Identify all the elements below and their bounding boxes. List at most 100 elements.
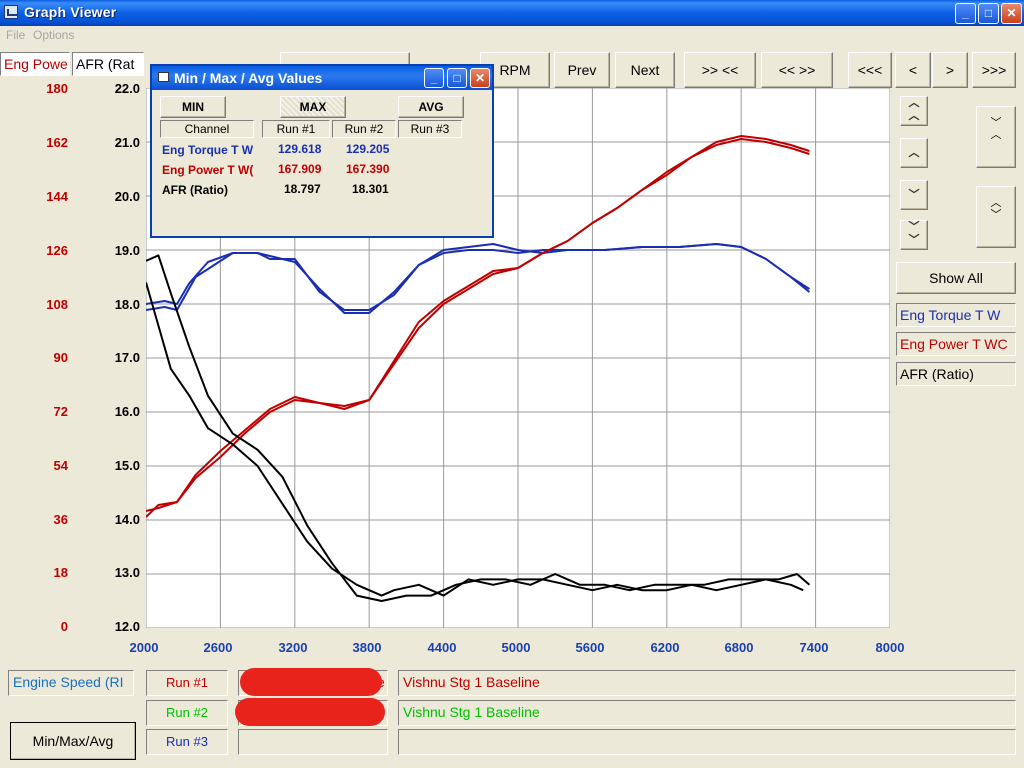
legend-label: AFR (Ratio) bbox=[900, 366, 974, 382]
y-afr-tick: 12.0 bbox=[114, 619, 140, 634]
y-afr-tick: 22.0 bbox=[114, 81, 140, 96]
x-tick: 5000 bbox=[501, 640, 531, 655]
run2-header: Run #2 bbox=[332, 120, 396, 138]
y-left-tick: 162 bbox=[46, 135, 68, 150]
y-left-tick: 0 bbox=[60, 619, 68, 634]
redaction-mark bbox=[240, 668, 382, 696]
legend-label: Eng Torque T W bbox=[900, 307, 1001, 323]
scroll-far-left-button[interactable]: <<< bbox=[848, 52, 892, 88]
menu-options[interactable]: Options bbox=[33, 28, 74, 42]
x-channel-box[interactable]: Engine Speed (RI bbox=[8, 670, 134, 696]
legend-label: Eng Power T WC bbox=[900, 336, 1008, 352]
x-tick: 3800 bbox=[352, 640, 382, 655]
run2-name-box[interactable]: Vishnu Stg 1 Baseline bbox=[398, 700, 1016, 726]
run2-label: Run #2 bbox=[146, 700, 228, 726]
prev-button[interactable]: Prev bbox=[554, 52, 610, 88]
table-row: Eng Power T W( bbox=[162, 162, 256, 177]
scroll-right-button[interactable]: > bbox=[932, 52, 968, 88]
x-tick: 2600 bbox=[203, 640, 233, 655]
y-afr-tick: 16.0 bbox=[114, 404, 140, 419]
x-tick: 3200 bbox=[278, 640, 308, 655]
run1-name-box[interactable]: Vishnu Stg 1 Baseline bbox=[398, 670, 1016, 696]
channel-box-left-label: Eng Powe bbox=[4, 56, 68, 72]
avg-tab[interactable]: AVG bbox=[398, 96, 464, 118]
run1-cell: 167.909 bbox=[278, 162, 322, 176]
run3-file-box[interactable] bbox=[238, 729, 388, 755]
legend-item-afr[interactable]: AFR (Ratio) bbox=[896, 362, 1016, 386]
x-tick: 8000 bbox=[875, 640, 905, 655]
dialog-minimize-button[interactable]: _ bbox=[424, 68, 444, 88]
y-left-tick: 36 bbox=[53, 512, 68, 527]
table-row: AFR (Ratio) bbox=[162, 182, 256, 197]
title-bar: Graph Viewer _ □ ✕ bbox=[0, 0, 1024, 26]
next-button[interactable]: Next bbox=[615, 52, 675, 88]
x-tick: 7400 bbox=[799, 640, 829, 655]
dialog-close-button[interactable]: ✕ bbox=[470, 68, 490, 88]
table-row: Eng Torque T W bbox=[162, 142, 256, 157]
y-left-tick: 72 bbox=[53, 404, 68, 419]
run3-label: Run #3 bbox=[146, 729, 228, 755]
menu-file[interactable]: File bbox=[6, 28, 25, 42]
scroll-up-button[interactable]: ︿ bbox=[900, 138, 928, 168]
channel-cell: Eng Torque T W bbox=[162, 143, 254, 157]
run1-label: Run #1 bbox=[146, 670, 228, 696]
channel-box-right-label: AFR (Rat bbox=[76, 56, 135, 72]
y-left-tick: 180 bbox=[46, 81, 68, 96]
x-tick: 6200 bbox=[650, 640, 680, 655]
run1-cell: 129.618 bbox=[278, 142, 322, 156]
minimize-button[interactable]: _ bbox=[955, 3, 976, 24]
expand-vertical-button[interactable]: ﹀ ︿ bbox=[976, 106, 1016, 168]
x-channel-label: Engine Speed (RI bbox=[13, 674, 124, 690]
run3-name-box[interactable] bbox=[398, 729, 1016, 755]
zoom-out-button[interactable]: << >> bbox=[761, 52, 833, 88]
run2-cell: 167.390 bbox=[346, 162, 390, 176]
dialog-maximize-button[interactable]: □ bbox=[447, 68, 467, 88]
channel-header: Channel bbox=[160, 120, 254, 138]
channel-cell: AFR (Ratio) bbox=[162, 183, 228, 197]
min-tab[interactable]: MIN bbox=[160, 96, 226, 118]
scroll-far-right-button[interactable]: >>> bbox=[972, 52, 1016, 88]
dialog-title-bar[interactable]: Min / Max / Avg Values _ □ ✕ bbox=[152, 66, 492, 90]
zoom-in-button[interactable]: >> << bbox=[684, 52, 756, 88]
close-button[interactable]: ✕ bbox=[1001, 3, 1022, 24]
menu-bar: File Options bbox=[0, 26, 1024, 44]
x-tick: 6800 bbox=[724, 640, 754, 655]
series-line-eng-torque-t-w-run1 bbox=[145, 243, 810, 314]
dialog-window-icon bbox=[158, 72, 169, 82]
y-afr-tick: 14.0 bbox=[114, 512, 140, 527]
y-afr-tick: 18.0 bbox=[114, 297, 140, 312]
show-all-button[interactable]: Show All bbox=[896, 262, 1016, 294]
y-afr-tick: 15.0 bbox=[114, 458, 140, 473]
run2-name: Vishnu Stg 1 Baseline bbox=[403, 704, 540, 720]
channel-box-left[interactable]: Eng Powe bbox=[0, 52, 70, 76]
scroll-up-fast-button[interactable]: ︿ ︿ bbox=[900, 96, 928, 126]
run3-header: Run #3 bbox=[398, 120, 462, 138]
compress-vertical-button[interactable]: ︿ ﹀ bbox=[976, 186, 1016, 248]
scroll-left-button[interactable]: < bbox=[895, 52, 931, 88]
y-afr-tick: 17.0 bbox=[114, 350, 140, 365]
run2-cell: 129.205 bbox=[346, 142, 390, 156]
y-left-tick: 90 bbox=[53, 350, 68, 365]
legend-item-torque[interactable]: Eng Torque T W bbox=[896, 303, 1016, 327]
scroll-down-fast-button[interactable]: ﹀ ﹀ bbox=[900, 220, 928, 250]
dialog-title: Min / Max / Avg Values bbox=[174, 70, 323, 86]
channel-cell: Eng Power T W( bbox=[162, 163, 254, 177]
maximize-button[interactable]: □ bbox=[978, 3, 999, 24]
series-line-afr-ratio--run1 bbox=[145, 282, 804, 597]
minmax-avg-button[interactable]: Min/Max/Avg bbox=[10, 722, 136, 760]
scroll-down-button[interactable]: ﹀ bbox=[900, 180, 928, 210]
channel-box-right[interactable]: AFR (Rat bbox=[72, 52, 144, 76]
minmax-dialog[interactable]: Min / Max / Avg Values _ □ ✕ MIN MAX AVG… bbox=[150, 64, 494, 238]
series-line-afr-ratio--run2 bbox=[145, 254, 811, 602]
x-tick: 5600 bbox=[575, 640, 605, 655]
y-left-tick: 18 bbox=[53, 565, 68, 580]
max-tab[interactable]: MAX bbox=[280, 96, 346, 118]
run1-header: Run #1 bbox=[262, 120, 330, 138]
legend-item-power[interactable]: Eng Power T WC bbox=[896, 332, 1016, 356]
window-title: Graph Viewer bbox=[24, 4, 117, 20]
y-left-tick: 108 bbox=[46, 297, 68, 312]
run2-cell: 18.301 bbox=[352, 182, 389, 196]
series-line-eng-torque-t-w-run2 bbox=[145, 243, 811, 311]
x-tick: 4400 bbox=[427, 640, 457, 655]
y-left-tick: 54 bbox=[53, 458, 68, 473]
